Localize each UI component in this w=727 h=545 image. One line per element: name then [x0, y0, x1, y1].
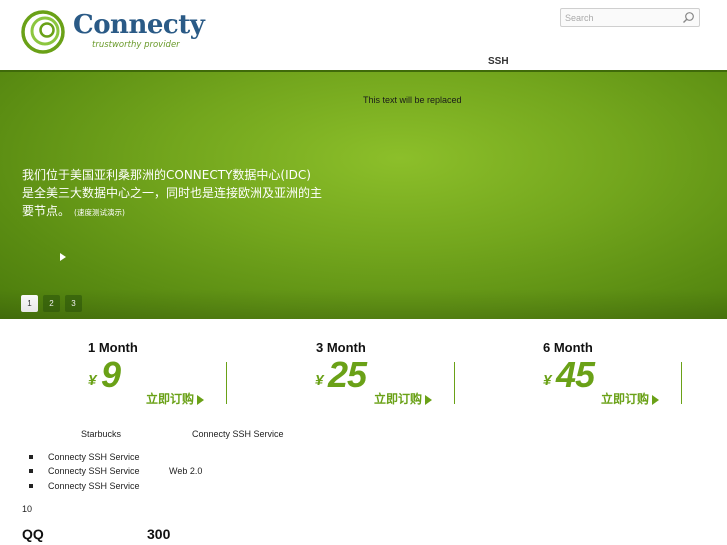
qq-value: 300 — [147, 526, 171, 542]
banner-placeholder-text: This text will be replaced — [363, 95, 462, 105]
currency-symbol: ¥ — [88, 372, 97, 389]
speed-test-note[interactable]: (速度测试演示) — [74, 208, 125, 217]
plan-3-month: 3 Month ¥ 25 立即订购 — [227, 320, 455, 410]
site-header: Connecty trustworthy provider SSH — [0, 0, 727, 70]
order-now-label: 立即订购 — [146, 392, 195, 406]
count-value: 10 — [22, 504, 33, 514]
search-box — [560, 8, 700, 27]
currency-symbol: ¥ — [315, 372, 324, 389]
plan-title: 3 Month — [316, 340, 366, 355]
lower-content: Starbucks Connecty SSH Service Connecty … — [0, 410, 727, 545]
plan-price: 45 — [556, 354, 595, 395]
arrow-right-icon — [425, 394, 433, 405]
list-item[interactable]: Connecty SSH Service — [48, 452, 140, 462]
plan-price: 25 — [328, 354, 367, 395]
plan-divider — [681, 362, 682, 404]
bullet-icon — [29, 455, 33, 459]
plan-title: 6 Month — [543, 340, 593, 355]
banner-description: 我们位于美国亚利桑那洲的CONNECTY数据中心(IDC) 是全美三大数据中心之… — [22, 166, 342, 222]
order-now-label: 立即订购 — [601, 392, 650, 406]
plan-price: 9 — [101, 354, 121, 395]
slide-page-1[interactable]: 1 — [21, 295, 38, 312]
banner-line-3: 要节点。 (速度测试演示) — [22, 202, 342, 222]
web-2-label: Web 2.0 — [169, 466, 203, 476]
banner-line-1: 我们位于美国亚利桑那洲的CONNECTY数据中心(IDC) — [22, 168, 311, 182]
slide-page-3[interactable]: 3 — [65, 295, 82, 312]
banner-line-3-text: 要节点。 — [22, 204, 71, 218]
bullet-icon — [29, 484, 33, 488]
logo-tagline: trustworthy provider — [92, 40, 180, 50]
slide-pager: 1 2 3 — [21, 295, 82, 312]
plan-title: 1 Month — [88, 340, 138, 355]
qq-label: QQ — [22, 526, 44, 542]
order-now-button[interactable]: 立即订购 — [601, 390, 660, 407]
plan-6-month: 6 Month ¥ 45 立即订购 — [455, 320, 682, 410]
logo-icon[interactable] — [21, 10, 65, 54]
bullet-icon — [29, 469, 33, 473]
nav-item-ssh[interactable]: SSH — [488, 56, 509, 67]
column-heading-starbucks[interactable]: Starbucks — [81, 429, 121, 439]
banner-line-2: 是全美三大数据中心之一，同时也是连接欧洲及亚洲的主 — [22, 186, 323, 200]
plan-1-month: 1 Month ¥ 9 立即订购 — [0, 320, 227, 410]
order-now-label: 立即订购 — [374, 392, 423, 406]
arrow-right-icon — [197, 394, 205, 405]
order-now-button[interactable]: 立即订购 — [374, 390, 433, 407]
hero-banner: This text will be replaced 我们位于美国亚利桑那洲的C… — [0, 70, 727, 319]
column-heading-ssh-service[interactable]: Connecty SSH Service — [192, 429, 284, 439]
pricing-section: 1 Month ¥ 9 立即订购 3 Month ¥ 25 立即订购 6 Mon… — [0, 320, 727, 410]
logo-name[interactable]: Connecty — [73, 10, 205, 40]
currency-symbol: ¥ — [543, 372, 552, 389]
slide-page-2[interactable]: 2 — [43, 295, 60, 312]
play-icon[interactable] — [60, 253, 66, 261]
search-icon[interactable] — [682, 11, 695, 24]
search-input[interactable] — [565, 11, 677, 25]
arrow-right-icon — [652, 394, 660, 405]
list-item[interactable]: Connecty SSH Service — [48, 481, 140, 491]
list-item[interactable]: Connecty SSH Service — [48, 466, 140, 476]
order-now-button[interactable]: 立即订购 — [146, 390, 205, 407]
